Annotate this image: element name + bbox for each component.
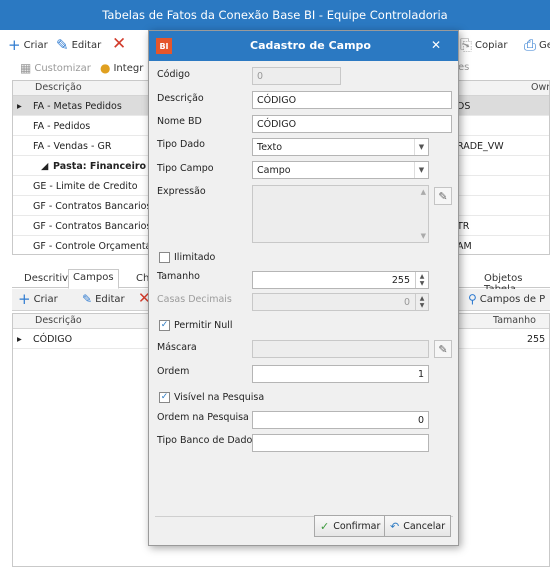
plus-icon: + bbox=[18, 290, 31, 308]
copy-icon: ⎘ bbox=[460, 36, 473, 54]
codigo-field[interactable]: 0 bbox=[252, 67, 341, 85]
ordem-pesquisa-field[interactable]: 0 bbox=[252, 411, 429, 429]
tipo-campo-label: Tipo Campo bbox=[157, 163, 214, 174]
expressao-label: Expressão bbox=[157, 186, 206, 197]
campos-de-button[interactable]: ⚲ Campos de P bbox=[468, 293, 545, 305]
tipo-dado-select[interactable]: Texto ▼ bbox=[252, 138, 429, 156]
es-label: es bbox=[458, 62, 470, 73]
editar-campo-button[interactable]: ✎ Editar bbox=[82, 293, 125, 305]
visivel-pesquisa-checkbox[interactable]: ✓ Visível na Pesquisa bbox=[159, 392, 264, 403]
ilimitado-box[interactable] bbox=[159, 252, 170, 263]
tipo-banco-label: Tipo Banco de Dados bbox=[157, 435, 258, 446]
plus-icon: + bbox=[8, 36, 21, 54]
window-title-bar: Tabelas de Fatos da Conexão Base BI - Eq… bbox=[0, 0, 550, 30]
cancelar-button[interactable]: ↶ Cancelar bbox=[384, 515, 452, 537]
descricao-field[interactable]: CÓDIGO bbox=[252, 91, 452, 109]
customize-icon: ▦ bbox=[20, 61, 32, 75]
app-logo-icon: BI bbox=[156, 38, 172, 54]
chevron-down-icon[interactable]: ▼ bbox=[414, 162, 428, 178]
expressao-field[interactable]: ▲ ▼ bbox=[252, 185, 429, 243]
cadastro-campo-dialog: BI Cadastro de Campo ✕ Código 0 Descriçã… bbox=[148, 30, 459, 546]
nome-bd-label: Nome BD bbox=[157, 116, 202, 127]
descricao-label: Descrição bbox=[157, 93, 204, 104]
copiar-button[interactable]: ⎘ Copiar bbox=[460, 38, 507, 53]
tipo-campo-value: Campo bbox=[257, 165, 291, 176]
tamanho-field[interactable]: 255 ▲ ▼ bbox=[252, 271, 429, 289]
col-tamanho[interactable]: Tamanho bbox=[493, 315, 536, 326]
editar-button[interactable]: ✎ Editar bbox=[56, 38, 101, 53]
integr-button[interactable]: ● Integr bbox=[100, 62, 143, 74]
nome-bd-field[interactable]: CÓDIGO bbox=[252, 115, 452, 133]
chevron-down-icon[interactable]: ▼ bbox=[414, 139, 428, 155]
criar-button[interactable]: + Criar bbox=[8, 38, 48, 53]
tipo-dado-value: Texto bbox=[257, 142, 283, 153]
ge-button[interactable]: ⎙ Ge bbox=[524, 38, 550, 53]
export-icon: ⎙ bbox=[524, 36, 537, 54]
edit-icon: ✎ bbox=[56, 36, 69, 54]
scroll-up-icon[interactable]: ▲ bbox=[421, 188, 426, 196]
undo-icon: ↶ bbox=[390, 519, 400, 533]
confirmar-button[interactable]: ✓ Confirmar bbox=[314, 515, 387, 537]
delete-icon: ✕ bbox=[112, 34, 127, 54]
ordem-pesquisa-label: Ordem na Pesquisa bbox=[157, 412, 249, 423]
edit-icon: ✎ bbox=[438, 189, 448, 203]
search-icon: ⚲ bbox=[468, 292, 477, 306]
tipo-dado-label: Tipo Dado bbox=[157, 139, 205, 150]
criar-campo-button[interactable]: + Criar bbox=[18, 292, 58, 307]
ordem-label: Ordem bbox=[157, 366, 190, 377]
edit-icon: ✎ bbox=[438, 342, 448, 356]
close-icon[interactable]: ✕ bbox=[431, 38, 441, 52]
dialog-title-bar: BI Cadastro de Campo ✕ bbox=[149, 31, 458, 61]
ilimitado-checkbox[interactable]: Ilimitado bbox=[159, 252, 215, 263]
tamanho-label: Tamanho bbox=[157, 271, 200, 282]
col-own[interactable]: Own bbox=[531, 82, 549, 93]
mascara-label: Máscara bbox=[157, 342, 197, 353]
row-indicator-icon: ▸ bbox=[17, 101, 22, 112]
mascara-field[interactable] bbox=[252, 340, 429, 358]
tipo-campo-select[interactable]: Campo ▼ bbox=[252, 161, 429, 179]
col-descricao[interactable]: Descrição bbox=[35, 82, 82, 93]
spin-arrows-icon[interactable]: ▲ ▼ bbox=[415, 272, 428, 288]
integration-icon: ● bbox=[100, 61, 111, 75]
check-icon[interactable]: ✓ bbox=[159, 320, 170, 331]
check-icon[interactable]: ✓ bbox=[159, 392, 170, 403]
edit-expression-button[interactable]: ✎ bbox=[434, 187, 452, 205]
scroll-down-icon[interactable]: ▼ bbox=[421, 232, 426, 240]
tab-campos[interactable]: Campos bbox=[68, 269, 119, 289]
casas-decimais-field[interactable]: 0 ▲ ▼ bbox=[252, 293, 429, 311]
row-indicator-icon: ▸ bbox=[17, 334, 22, 345]
permitir-null-checkbox[interactable]: ✓ Permitir Null bbox=[159, 320, 233, 331]
ordem-field[interactable]: 1 bbox=[252, 365, 429, 383]
edit-icon: ✎ bbox=[82, 292, 93, 306]
check-icon: ✓ bbox=[320, 519, 330, 533]
codigo-label: Código bbox=[157, 69, 190, 80]
col-descricao[interactable]: Descrição bbox=[35, 315, 82, 326]
customizar-button[interactable]: ▦ Customizar bbox=[20, 62, 91, 74]
collapse-icon: ◢ bbox=[41, 161, 49, 172]
tipo-banco-field[interactable] bbox=[252, 434, 429, 452]
edit-mask-button[interactable]: ✎ bbox=[434, 340, 452, 358]
window-title: Tabelas de Fatos da Conexão Base BI - Eq… bbox=[102, 8, 448, 22]
casas-decimais-label: Casas Decimais bbox=[157, 294, 232, 305]
dialog-title: Cadastro de Campo bbox=[250, 39, 371, 52]
delete-button[interactable]: ✕ bbox=[112, 36, 126, 53]
spin-arrows-icon[interactable]: ▲ ▼ bbox=[415, 294, 428, 310]
